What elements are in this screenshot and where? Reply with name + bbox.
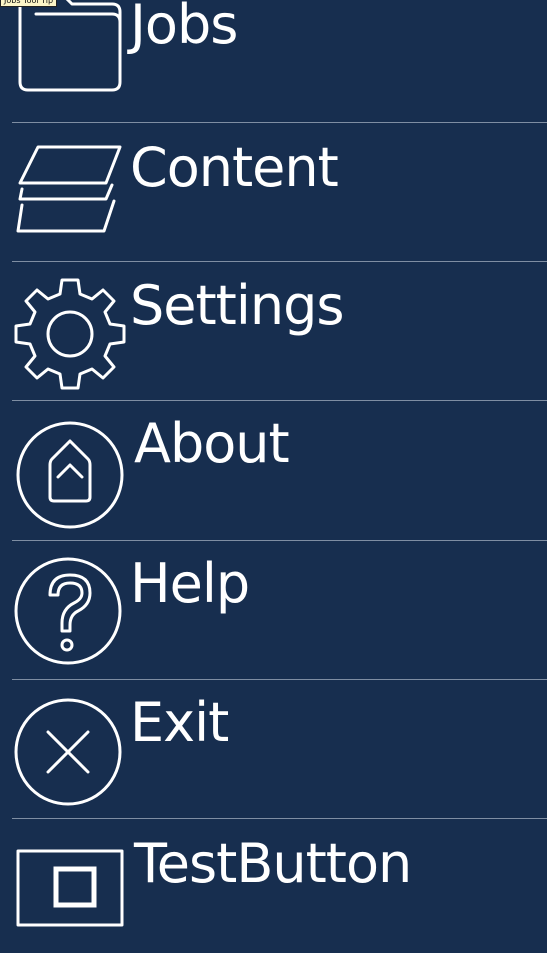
menu-item-help[interactable]: Help (0, 541, 547, 680)
menu-item-label: Settings (130, 274, 344, 337)
menu-item-exit[interactable]: Exit (0, 680, 547, 819)
menu-item-label: Exit (130, 691, 229, 754)
gear-icon (12, 274, 128, 390)
menu-item-label: Jobs (130, 0, 238, 56)
menu-item-jobs[interactable]: Jobs (0, 0, 547, 123)
window-icon (12, 833, 128, 949)
menu-item-settings[interactable]: Settings (0, 262, 547, 401)
menu-item-label: TestButton (134, 832, 412, 895)
info-house-icon (12, 413, 128, 529)
folder-icon (12, 0, 128, 100)
menu-item-label: Content (130, 136, 339, 199)
question-icon (12, 555, 128, 671)
tooltip: Jobs Tool Tip (0, 0, 58, 7)
side-menu: Jobs Tool Tip Jobs Content Settings Abou… (0, 0, 547, 953)
close-icon (12, 690, 128, 806)
menu-item-testbutton[interactable]: TestButton (0, 819, 547, 953)
menu-item-content[interactable]: Content (0, 123, 547, 262)
menu-item-about[interactable]: About (0, 401, 547, 540)
menu-item-label: About (134, 412, 290, 475)
menu-item-label: Help (130, 552, 250, 615)
layers-icon (12, 137, 128, 253)
